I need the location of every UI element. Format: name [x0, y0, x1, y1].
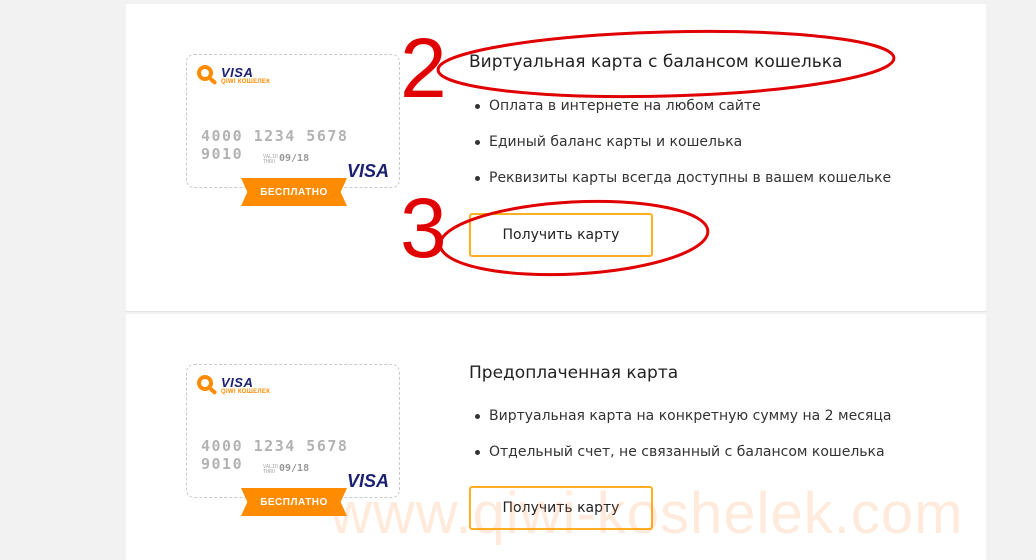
valid-thru-label: VALID THRU: [263, 154, 279, 165]
prepaid-card-features: Виртуальная карта на конкретную сумму на…: [469, 408, 891, 480]
visa-brand-logo: VISA: [346, 161, 389, 181]
annotation-ellipse-title: [436, 29, 896, 99]
feature-item: Отдельный счет, не связанный с балансом …: [469, 444, 891, 480]
card-expiry: 09/18: [279, 153, 310, 164]
section-divider: [126, 311, 986, 312]
card-expiry: 09/18: [279, 463, 310, 474]
prepaid-card-image: VISA QIWI КОШЕЛЕК 4000 1234 5678 9010 VA…: [186, 364, 400, 498]
virtual-card-features: Оплата в интернете на любом сайте Единый…: [469, 98, 891, 206]
card-logo-text: VISA: [221, 375, 254, 390]
annotation-ellipse-button: [438, 199, 710, 277]
qiwi-logo-tail: [208, 76, 218, 86]
virtual-card-image: VISA QIWI КОШЕЛЕК 4000 1234 5678 9010 VA…: [186, 54, 400, 188]
feature-item: Виртуальная карта на конкретную сумму на…: [469, 408, 891, 444]
prepaid-card-title: Предоплаченная карта: [469, 363, 679, 383]
watermark: www.qiwi-koshelek.com: [330, 481, 964, 546]
feature-item: Единый баланс карты и кошелька: [469, 134, 891, 170]
card-logo-subtitle: QIWI КОШЕЛЕК: [221, 389, 271, 395]
card-logo-text: VISA: [221, 65, 254, 80]
feature-item: Оплата в интернете на любом сайте: [469, 98, 891, 134]
card-logo-subtitle: QIWI КОШЕЛЕК: [221, 79, 271, 85]
free-badge: БЕСПЛАТНО: [241, 178, 347, 206]
valid-thru-label: VALID THRU: [263, 464, 279, 475]
qiwi-logo-tail: [208, 386, 218, 396]
